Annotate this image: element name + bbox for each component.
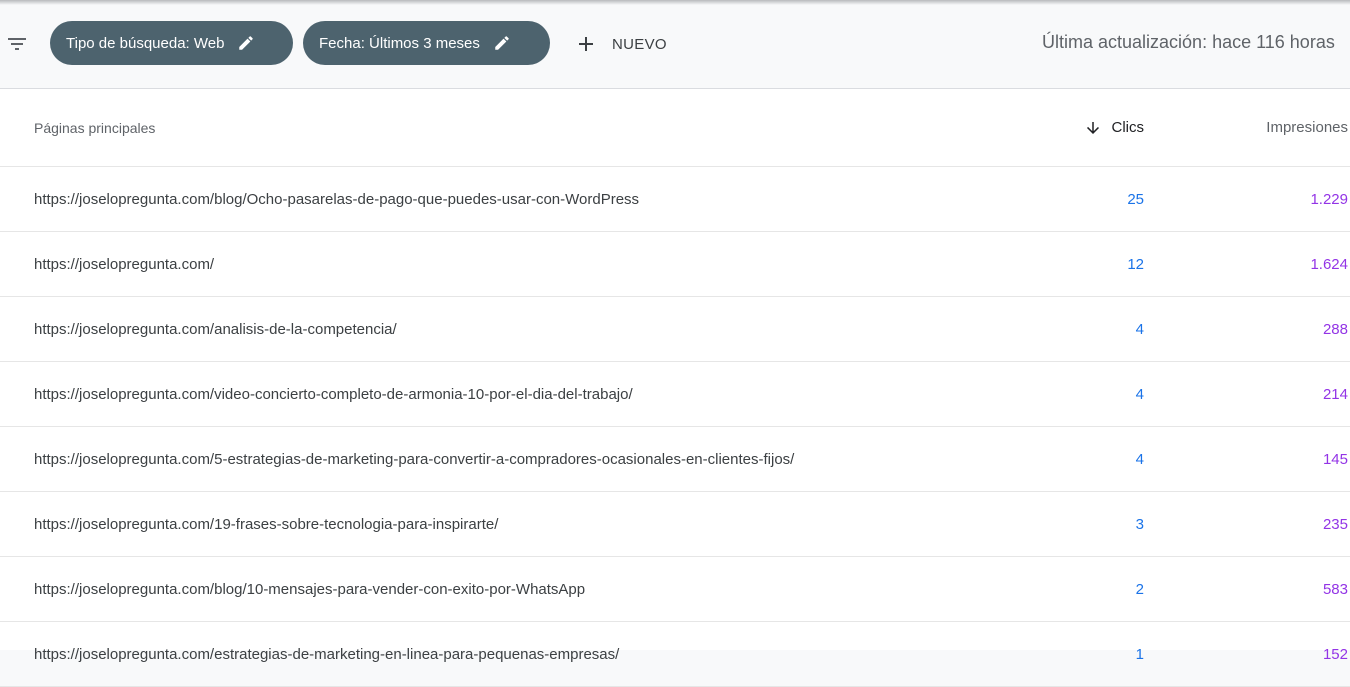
row-clicks: 4 [1135,385,1144,403]
pages-table: Páginas principales Clics Impresiones ht… [0,88,1350,687]
row-url: https://joselopregunta.com/blog/10-mensa… [34,580,586,598]
column-header-clicks-label: Clics [1111,119,1145,136]
row-clicks: 4 [1135,450,1144,468]
row-clicks: 3 [1135,515,1144,533]
row-impressions: 145 [1322,450,1348,468]
row-impressions: 214 [1322,385,1348,403]
row-impressions: 583 [1322,580,1348,598]
row-url: https://joselopregunta.com/estrategias-d… [34,645,620,663]
table-row[interactable]: https://joselopregunta.com/19-frases-sob… [0,492,1350,557]
table-row[interactable]: https://joselopregunta.com/ 12 1.624 [0,232,1350,297]
filter-chip-label: Tipo de búsqueda: Web [66,34,225,52]
add-filter-label: NUEVO [612,35,667,53]
last-update-text: Última actualización: hace 116 horas [1042,32,1335,52]
row-clicks: 1 [1135,645,1144,663]
arrow-down-icon [1086,121,1099,134]
row-clicks: 12 [1127,255,1144,273]
filter-icon[interactable] [5,32,29,56]
filter-chip-label: Fecha: Últimos 3 meses [319,34,480,52]
table-row[interactable]: https://joselopregunta.com/5-estrategias… [0,427,1350,492]
row-impressions: 1.624 [1310,255,1348,273]
row-impressions: 288 [1322,320,1348,338]
row-impressions: 235 [1322,515,1348,533]
table-row[interactable]: https://joselopregunta.com/video-concier… [0,362,1350,427]
row-clicks: 2 [1135,580,1144,598]
edit-pencil-icon [239,36,254,50]
edit-pencil-icon [495,36,509,50]
table-row[interactable]: https://joselopregunta.com/blog/Ocho-pas… [0,167,1350,232]
table-row[interactable]: https://joselopregunta.com/analisis-de-l… [0,297,1350,362]
row-clicks: 25 [1127,190,1144,208]
row-clicks: 4 [1135,320,1144,338]
table-row[interactable]: https://joselopregunta.com/blog/10-mensa… [0,557,1350,622]
row-url: https://joselopregunta.com/ [34,255,215,273]
row-url: https://joselopregunta.com/analisis-de-l… [34,320,397,338]
add-filter-button[interactable]: NUEVO [574,28,667,60]
filter-chip-date[interactable]: Fecha: Últimos 3 meses [303,21,550,65]
column-header-impressions[interactable]: Impresiones [1266,89,1348,166]
filter-toolbar: Tipo de búsqueda: Web Fecha: Últimos 3 m… [0,0,1350,88]
table-header: Páginas principales Clics Impresiones [0,89,1350,167]
plus-icon [579,37,593,51]
top-shadow [0,0,1350,5]
row-url: https://joselopregunta.com/blog/Ocho-pas… [34,190,640,208]
row-impressions: 152 [1322,645,1348,663]
row-impressions: 1.229 [1310,190,1348,208]
column-header-clicks[interactable]: Clics [1084,89,1145,166]
table-row[interactable]: https://joselopregunta.com/estrategias-d… [0,622,1350,687]
row-url: https://joselopregunta.com/5-estrategias… [34,450,795,468]
row-url: https://joselopregunta.com/19-frases-sob… [34,515,499,533]
filter-chip-search-type[interactable]: Tipo de búsqueda: Web [50,21,293,65]
row-url: https://joselopregunta.com/video-concier… [34,385,633,403]
column-header-pages[interactable]: Páginas principales [34,89,155,166]
